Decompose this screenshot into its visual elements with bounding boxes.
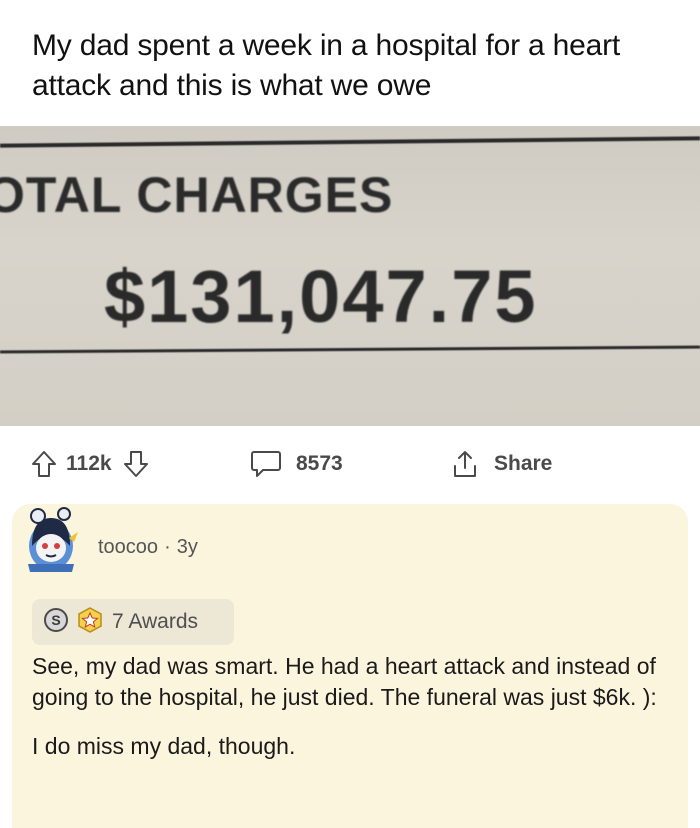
avatar[interactable]: [22, 506, 80, 576]
upvote-arrow-icon[interactable]: [30, 449, 58, 479]
comment-paragraph: I do miss my dad, though.: [32, 733, 296, 759]
image-rule-bottom: [0, 345, 700, 354]
comment-bubble-icon: [250, 449, 282, 479]
post-action-bar: 112k 8573 Share: [0, 440, 700, 488]
silver-award-icon: S: [42, 606, 70, 639]
share-upload-icon: [450, 448, 480, 480]
image-charges-amount: $131,047.75: [104, 255, 538, 338]
comment-age: 3y: [176, 536, 198, 558]
gold-star-award-icon: [76, 606, 104, 639]
awards-label: 7 Awards: [112, 610, 198, 633]
comments-button[interactable]: 8573: [250, 446, 343, 482]
post-title[interactable]: My dad spent a week in a hospital for a …: [32, 26, 672, 106]
comment-meta: toocoo · 3y: [98, 536, 198, 559]
vote-control: 112k: [30, 446, 150, 482]
upvote-count: 112k: [66, 452, 112, 475]
share-label: Share: [494, 452, 553, 475]
downvote-arrow-icon[interactable]: [122, 449, 150, 479]
comment-paragraph: See, my dad was smart. He had a heart at…: [32, 653, 657, 710]
image-charges-label: OTAL CHARGES: [0, 167, 394, 223]
username[interactable]: toocoo: [98, 536, 158, 558]
awards-badge[interactable]: S 7 Awards: [32, 599, 234, 645]
post-image[interactable]: OTAL CHARGES $131,047.75: [0, 126, 700, 426]
share-button[interactable]: Share: [450, 446, 552, 482]
silver-award-letter: S: [51, 612, 60, 628]
comment-body: See, my dad was smart. He had a heart at…: [32, 651, 672, 780]
meta-separator: ·: [164, 536, 171, 558]
comment-count: 8573: [296, 452, 343, 475]
image-rule-top: [0, 136, 700, 148]
